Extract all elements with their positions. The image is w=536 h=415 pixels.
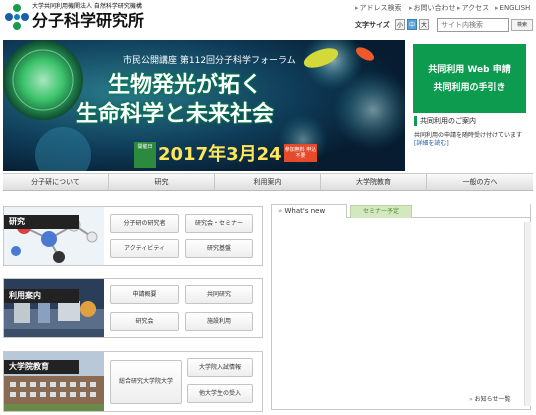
banner-date-badge: 開催日: [134, 142, 156, 168]
font-size-large-button[interactable]: 大: [419, 19, 429, 30]
panel-research-title: 研究: [4, 215, 79, 229]
news-panel: [271, 204, 531, 410]
nav-item-about[interactable]: 分子研について: [3, 174, 109, 191]
nav-item-graduate[interactable]: 大学院教育: [321, 174, 427, 191]
joint-use-info-title: 共同利用のご案内: [414, 116, 476, 126]
banner-headline-2: 生命科学と未来社会: [76, 102, 275, 127]
banner-series-title: 市民公開講座 第112回分子科学フォーラム: [123, 56, 296, 66]
site-search-input[interactable]: [437, 18, 509, 32]
org-line: 大学共同利用機関法人 自然科学研究機構: [32, 3, 142, 10]
application-overview-button[interactable]: 申請概要: [110, 285, 179, 304]
panel-graduate: 大学院教育 総合研究大学院大学 大学院入試情報 他大学生の受入: [3, 351, 263, 412]
news-scrollbar[interactable]: [524, 222, 531, 406]
nav-item-research[interactable]: 研究: [109, 174, 215, 191]
workshop-button[interactable]: 研究会: [110, 312, 179, 331]
arrow-icon: ▸: [355, 4, 359, 12]
banner-headline-1: 生物発光が拓く: [108, 73, 263, 98]
arrow-icon: ▸: [457, 4, 461, 12]
util-link-address[interactable]: ▸アドレス検索: [355, 4, 402, 13]
page: 大学共同利用機関法人 自然科学研究機構 分子科学研究所 ▸アドレス検索 ▸お問い…: [0, 0, 536, 415]
banner-date: 2017年3月24日: [158, 144, 300, 165]
site-title[interactable]: 分子科学研究所: [32, 11, 144, 31]
lab-equipment-image: [4, 279, 104, 337]
joint-use-guide-link[interactable]: 共同利用の手引き: [413, 82, 526, 94]
util-link-contact[interactable]: ▸お問い合わせ: [409, 4, 456, 13]
font-size-small-button[interactable]: 小: [395, 19, 405, 30]
panel-research: 研究 分子研の研究者 研究会・セミナー アクティビティ 研究基盤: [3, 206, 263, 266]
banner-entry-badge: 参加無料 申込不要: [284, 144, 317, 162]
joint-use-web-link[interactable]: 共同利用 Web 申請: [413, 64, 526, 76]
tab-whats-new[interactable]: » What's new: [271, 204, 347, 218]
joint-use-info-body: 共同利用の申請を随時受け付けています [詳細を読む]: [414, 132, 523, 147]
nav-item-usage[interactable]: 利用案内: [215, 174, 321, 191]
util-link-access[interactable]: ▸アクセス: [457, 4, 489, 13]
admission-info-button[interactable]: 大学院入試情報: [187, 358, 253, 377]
institute-logo[interactable]: [4, 3, 30, 31]
nav-item-public[interactable]: 一般の方へ: [427, 174, 533, 191]
news-list-link[interactable]: » お知らせ一覧: [469, 395, 510, 404]
tab-seminar-schedule[interactable]: セミナー予定: [350, 205, 412, 218]
sokendai-button[interactable]: 総合研究大学院大学: [110, 360, 182, 404]
facility-use-button[interactable]: 施設利用: [185, 312, 253, 331]
joint-use-box[interactable]: 共同利用 Web 申請 共同利用の手引き: [413, 44, 526, 113]
other-university-students-button[interactable]: 他大学生の受入: [187, 384, 253, 403]
panel-usage: 利用案内 申請概要 共同研究 研究会 施設利用: [3, 278, 263, 338]
joint-research-button[interactable]: 共同研究: [185, 285, 253, 304]
forum-banner[interactable]: 市民公開講座 第112回分子科学フォーラム 生物発光が拓く 生命科学と未来社会 …: [3, 40, 405, 171]
researchers-button[interactable]: 分子研の研究者: [110, 214, 179, 233]
read-more-link[interactable]: [詳細を読む]: [414, 140, 449, 147]
research-infrastructure-button[interactable]: 研究基盤: [185, 239, 253, 258]
arrow-icon: ▸: [409, 4, 413, 12]
panel-usage-title: 利用案内: [4, 289, 79, 303]
search-button[interactable]: 検索: [511, 19, 533, 31]
font-size-medium-button[interactable]: 中: [407, 19, 417, 30]
main-nav: 分子研について 研究 利用案内 大学院教育 一般の方へ: [3, 173, 533, 191]
util-link-english[interactable]: ▸ENGLISH: [495, 4, 530, 13]
activity-button[interactable]: アクティビティ: [110, 239, 179, 258]
seminars-button[interactable]: 研究会・セミナー: [185, 214, 253, 233]
arrow-icon: ▸: [495, 4, 499, 12]
panel-graduate-title: 大学院教育: [4, 360, 79, 374]
font-size-label: 文字サイズ: [355, 21, 390, 29]
